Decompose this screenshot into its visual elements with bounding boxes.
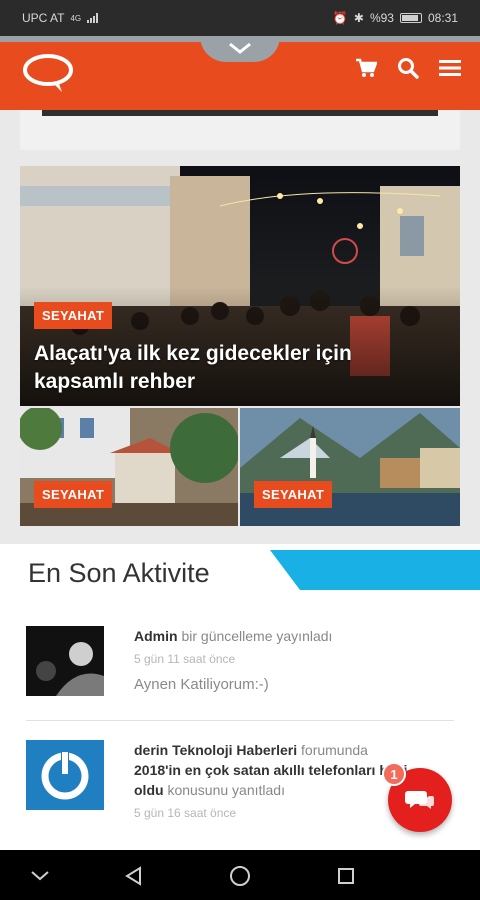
search-icon[interactable] (396, 56, 420, 80)
sub-post-left[interactable]: SEYAHAT (20, 408, 238, 526)
sub-post-right-image (240, 408, 460, 526)
activity-line: Admin bir güncelleme yayınladı (134, 626, 414, 646)
header-dropdown-toggle[interactable] (200, 36, 280, 62)
forum-link[interactable]: derin Teknoloji Haberleri (134, 742, 297, 758)
sub-post-right[interactable]: SEYAHAT (240, 408, 460, 526)
app-header (0, 36, 480, 110)
chat-fab[interactable]: 1 (382, 762, 452, 832)
activity-action-prefix: forumunda (301, 742, 368, 758)
recents-icon[interactable] (334, 864, 358, 888)
status-bar: UPC AT 4G ⏰ ✱ %93 08:31 (0, 0, 480, 36)
featured-title[interactable]: Alaçatı'ya ilk kez gidecekler için kapsa… (34, 340, 394, 396)
activity-line: derin Teknoloji Haberleri forumunda 2018… (134, 740, 414, 800)
activity-body: derin Teknoloji Haberleri forumunda 2018… (134, 740, 414, 820)
back-icon[interactable] (122, 864, 146, 888)
system-nav-bar (0, 850, 480, 900)
activity-action: bir güncelleme yayınladı (181, 628, 333, 644)
notification-badge: 1 (382, 762, 406, 786)
divider (26, 720, 454, 721)
activity-item[interactable]: Admin bir güncelleme yayınladı 5 gün 11 … (26, 626, 456, 706)
home-icon[interactable] (228, 864, 252, 888)
battery-icon (399, 13, 422, 23)
header-actions (354, 56, 462, 80)
clock: 08:31 (427, 11, 458, 25)
category-tag[interactable]: SEYAHAT (254, 481, 333, 508)
status-left: UPC AT 4G (22, 11, 99, 25)
activity-body: Admin bir güncelleme yayınladı 5 gün 11 … (134, 626, 414, 693)
activity-time: 5 gün 16 saat önce (134, 806, 237, 820)
chat-bubble-logo[interactable] (22, 52, 76, 94)
previous-card-bar (42, 110, 438, 116)
menu-icon[interactable] (438, 56, 462, 80)
avatar[interactable] (26, 626, 104, 696)
category-tag[interactable]: SEYAHAT (34, 481, 113, 508)
network-label: 4G (70, 13, 82, 23)
battery-percent: %93 (369, 11, 394, 25)
user-link[interactable]: Admin (134, 628, 178, 644)
featured-post[interactable]: SEYAHAT Alaçatı'ya ilk kez gidecekler iç… (20, 166, 460, 406)
activity-action-suffix: konusunu yanıtladı (167, 782, 285, 798)
status-right: ⏰ ✱ %93 08:31 (333, 11, 458, 25)
bluetooth-icon: ✱ (353, 11, 364, 25)
activity-text: Aynen Katiliyorum:-) (134, 676, 269, 693)
decorative-stripe (270, 550, 480, 590)
signal-icon (87, 13, 99, 23)
section-title: En Son Aktivite (28, 558, 210, 588)
activity-time: 5 gün 11 saat önce (134, 652, 236, 666)
chat-icon (405, 791, 434, 809)
chevron-down-icon (229, 42, 251, 54)
alarm-icon: ⏰ (332, 11, 348, 25)
chevron-down-icon[interactable] (28, 864, 52, 888)
page-content: SEYAHAT Alaçatı'ya ilk kez gidecekler iç… (0, 110, 480, 850)
category-tag[interactable]: SEYAHAT (34, 302, 113, 329)
carrier-label: UPC AT (22, 11, 65, 25)
sub-post-left-image (20, 408, 238, 526)
previous-card (20, 110, 460, 150)
cart-icon[interactable] (354, 56, 378, 80)
avatar[interactable] (26, 740, 104, 810)
